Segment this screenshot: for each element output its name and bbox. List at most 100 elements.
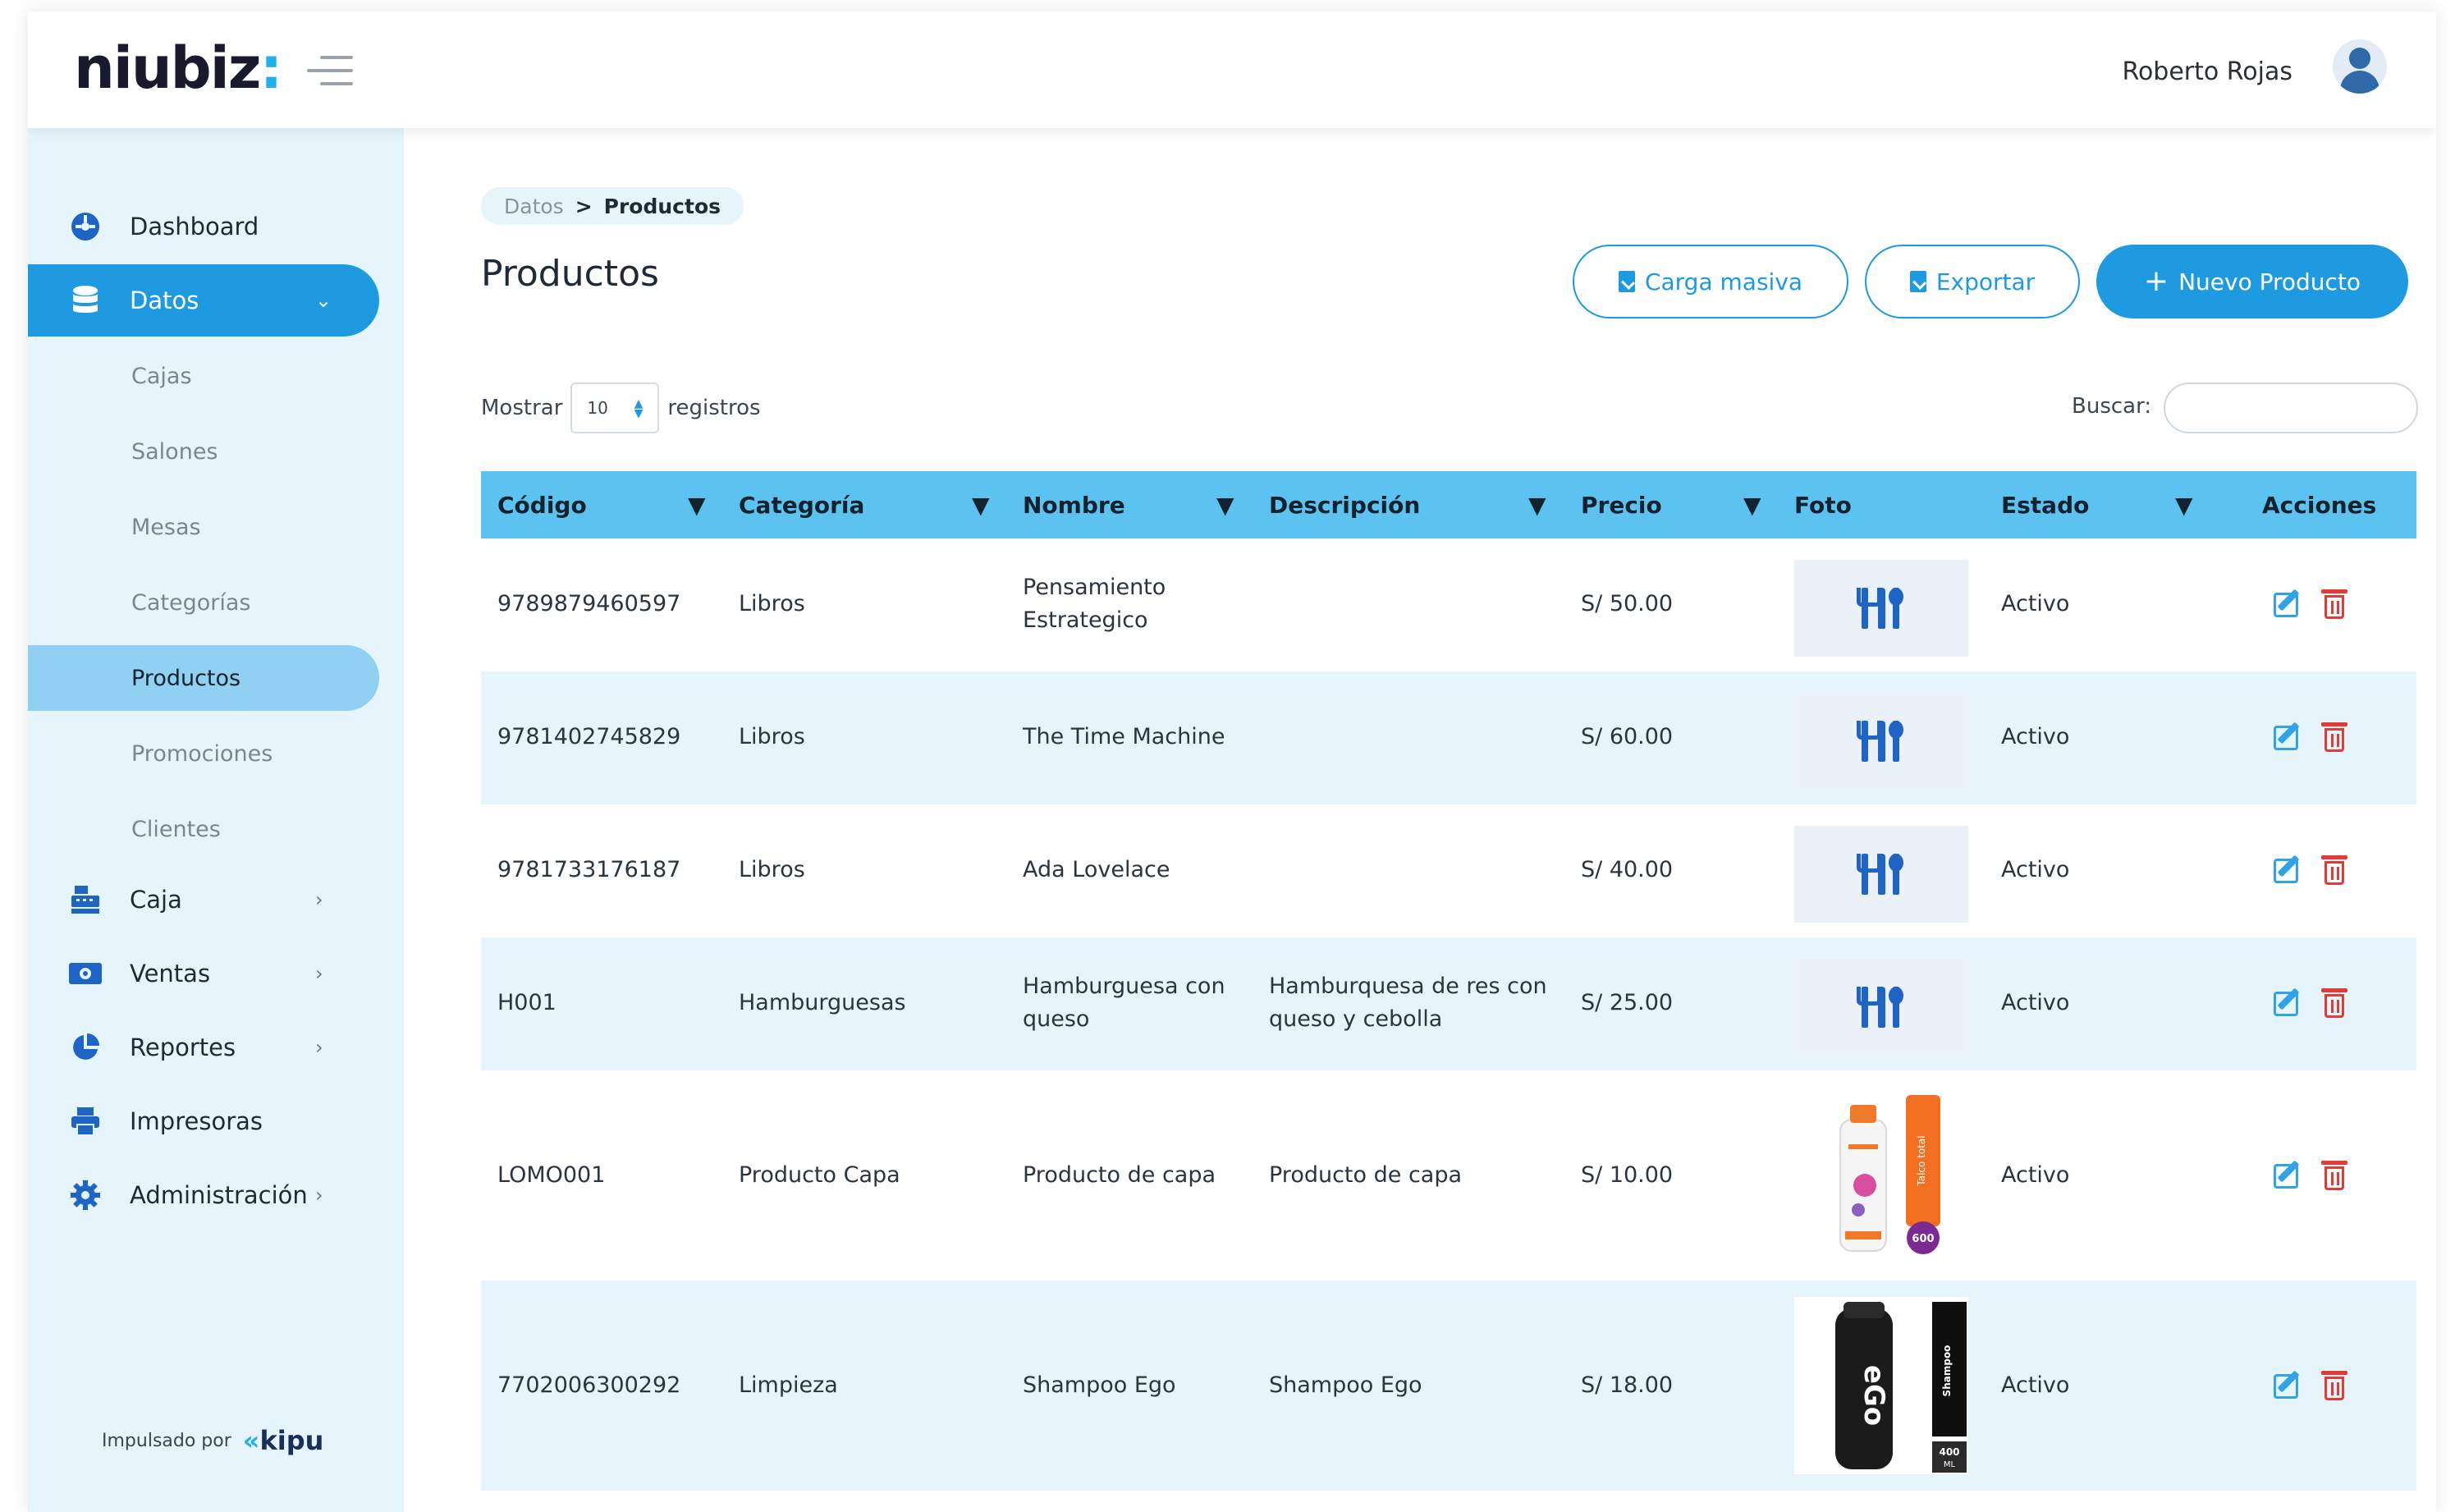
- sidebar-item-reportes[interactable]: Reportes ›: [28, 1011, 379, 1084]
- shampoo-bottle-photo[interactable]: eGo Shampoo 400 ML: [1794, 1297, 1968, 1474]
- sidebar-subitem-label: Categorías: [131, 589, 251, 616]
- gear-icon: [69, 1179, 102, 1212]
- column-header-codigo[interactable]: Código: [497, 471, 587, 538]
- breadcrumb: Datos > Productos: [481, 187, 744, 225]
- utensils-icon: [1857, 586, 1906, 630]
- product-bottle-photo[interactable]: Talco total 600: [1794, 1085, 1968, 1266]
- column-header-precio[interactable]: Precio: [1581, 471, 1662, 538]
- products-table: Código ▼ Categoría ▼ Nombre ▼ Descripció…: [481, 471, 2416, 1491]
- delete-icon[interactable]: [2321, 987, 2347, 1018]
- sidebar-item-ventas[interactable]: Ventas ›: [28, 937, 379, 1010]
- sort-icon[interactable]: ▼: [2175, 471, 2193, 538]
- delete-icon[interactable]: [2321, 1159, 2347, 1190]
- sidebar-item-dashboard[interactable]: Dashboard: [28, 190, 379, 263]
- niubiz-logo[interactable]: niubiz:: [74, 39, 283, 97]
- cell-precio: S/ 18.00: [1581, 1372, 1674, 1398]
- sidebar-item-datos[interactable]: Datos ⌄: [28, 264, 379, 337]
- cell-codigo: H001: [497, 990, 556, 1015]
- menu-toggle-icon[interactable]: [307, 56, 353, 89]
- cell-codigo: 9789879460597: [497, 591, 681, 616]
- cell-categoria: Libros: [739, 724, 805, 749]
- sidebar-item-label: Caja: [130, 886, 182, 914]
- user-name[interactable]: Roberto Rojas: [2122, 57, 2292, 86]
- table-row[interactable]: H001 Hamburguesas Hamburguesa con queso …: [481, 937, 2416, 1070]
- svg-text:Shampoo: Shampoo: [1941, 1345, 1953, 1397]
- bulk-upload-button[interactable]: Carga masiva: [1573, 245, 1848, 318]
- sort-icon[interactable]: ▼: [972, 471, 990, 538]
- sidebar-subitem-label: Productos: [131, 665, 241, 691]
- sidebar-subitem-mesas[interactable]: Mesas: [28, 494, 379, 560]
- product-photo[interactable]: [1794, 693, 1968, 790]
- sidebar-item-impresoras[interactable]: Impresoras: [28, 1085, 379, 1157]
- product-photo[interactable]: [1794, 826, 1968, 923]
- edit-icon[interactable]: [2274, 721, 2305, 752]
- column-header-nombre[interactable]: Nombre: [1023, 471, 1125, 538]
- cell-codigo: LOMO001: [497, 1162, 606, 1188]
- cell-descripcion: Hamburquesa de res con: [1269, 974, 1547, 999]
- edit-icon[interactable]: [2274, 1159, 2305, 1190]
- table-row[interactable]: 9781402745829 Libros The Time Machine S/…: [481, 671, 2416, 804]
- records-label: registros: [667, 396, 761, 420]
- kipu-logo[interactable]: «kipu: [243, 1425, 324, 1456]
- file-upload-icon: [1618, 271, 1635, 292]
- printer-icon: [69, 1105, 102, 1138]
- product-photo[interactable]: [1794, 959, 1968, 1056]
- cell-nombre: The Time Machine: [1023, 724, 1225, 749]
- sidebar-item-label: Reportes: [130, 1033, 236, 1061]
- sidebar-subitem-salones[interactable]: Salones: [28, 419, 379, 484]
- sidebar-subitem-label: Clientes: [131, 816, 221, 842]
- sort-icon[interactable]: ▼: [1528, 471, 1546, 538]
- page-length-select[interactable]: 10 ▲ ▼: [570, 383, 660, 433]
- delete-icon[interactable]: [2321, 1369, 2347, 1400]
- delete-icon[interactable]: [2321, 588, 2347, 619]
- chevron-right-icon: ›: [315, 962, 323, 985]
- new-product-label: Nuevo Producto: [2178, 268, 2361, 296]
- column-header-descripcion[interactable]: Descripción: [1269, 471, 1420, 538]
- table-row[interactable]: 7702006300292 Limpieza Shampoo Ego Shamp…: [481, 1281, 2416, 1491]
- edit-icon[interactable]: [2274, 588, 2305, 619]
- utensils-icon: [1857, 852, 1906, 896]
- cell-estado: Activo: [2001, 591, 2070, 616]
- table-row[interactable]: [481, 1491, 2416, 1512]
- cell-categoria: Producto Capa: [739, 1162, 900, 1188]
- edit-icon[interactable]: [2274, 1369, 2305, 1400]
- table-row[interactable]: 9781733176187 Libros Ada Lovelace S/ 40.…: [481, 804, 2416, 937]
- utensils-icon: [1857, 719, 1906, 763]
- sidebar-item-administracion[interactable]: Administración ›: [28, 1159, 379, 1231]
- main-content: Datos > Productos Productos Carga masiva…: [404, 128, 2436, 1512]
- breadcrumb-parent[interactable]: Datos: [504, 195, 564, 218]
- breadcrumb-current: Productos: [603, 194, 721, 218]
- sidebar-subitem-label: Promociones: [131, 740, 273, 767]
- sidebar-subitem-promociones[interactable]: Promociones: [28, 721, 379, 786]
- sidebar-subitem-clientes[interactable]: Clientes: [28, 796, 379, 862]
- sidebar-subitem-productos[interactable]: Productos: [28, 645, 379, 711]
- cell-categoria: Libros: [739, 857, 805, 882]
- table-row[interactable]: LOMO001 Producto Capa Producto de capa P…: [481, 1070, 2416, 1281]
- delete-icon[interactable]: [2321, 721, 2347, 752]
- new-product-button[interactable]: + Nuevo Producto: [2096, 245, 2408, 318]
- sort-icon[interactable]: ▼: [1216, 471, 1234, 538]
- table-row[interactable]: 9789879460597 Libros Pensamiento Estrate…: [481, 538, 2416, 671]
- sidebar-item-caja[interactable]: Caja ›: [28, 864, 379, 936]
- sidebar-subitem-cajas[interactable]: Cajas: [28, 343, 379, 409]
- sidebar-item-label: Dashboard: [130, 213, 259, 241]
- row-actions: [2274, 854, 2347, 885]
- export-label: Exportar: [1935, 268, 2036, 296]
- sort-icon[interactable]: ▼: [688, 471, 706, 538]
- product-photo[interactable]: [1794, 560, 1968, 657]
- sidebar-subitem-categorias[interactable]: Categorías: [28, 570, 379, 635]
- row-actions: [2274, 987, 2347, 1018]
- edit-icon[interactable]: [2274, 854, 2305, 885]
- column-header-estado[interactable]: Estado: [2001, 471, 2089, 538]
- sort-icon[interactable]: ▼: [1743, 471, 1761, 538]
- cell-descripcion: Shampoo Ego: [1269, 1372, 1422, 1398]
- delete-icon[interactable]: [2321, 854, 2347, 885]
- search-input[interactable]: [2164, 383, 2418, 433]
- export-button[interactable]: Exportar: [1865, 245, 2080, 318]
- edit-icon[interactable]: [2274, 987, 2305, 1018]
- table-header: Código ▼ Categoría ▼ Nombre ▼ Descripció…: [481, 471, 2416, 538]
- user-avatar[interactable]: [2333, 39, 2387, 94]
- cell-nombre: Producto de capa: [1023, 1162, 1216, 1188]
- column-header-categoria[interactable]: Categoría: [739, 471, 864, 538]
- cell-estado: Activo: [2001, 990, 2070, 1015]
